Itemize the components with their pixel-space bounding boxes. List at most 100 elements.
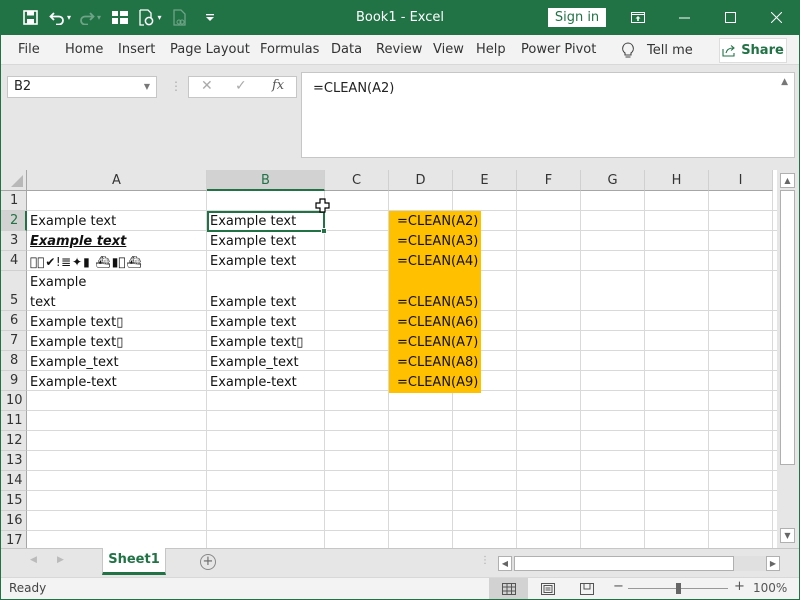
zoom-out-button[interactable]: − <box>613 579 624 594</box>
cell-A7[interactable]: Example text▯ <box>27 333 207 353</box>
zoom-slider-thumb[interactable] <box>676 583 681 594</box>
row-header-10[interactable]: 10 <box>1 391 27 411</box>
cancel-icon[interactable]: ✕ <box>201 78 213 94</box>
column-header-b[interactable]: B <box>207 170 325 191</box>
tab-review[interactable]: Review <box>376 35 422 65</box>
cell-D3[interactable]: =CLEAN(A3) <box>389 232 481 252</box>
vertical-scroll-thumb[interactable] <box>780 190 795 465</box>
cell-D9[interactable]: =CLEAN(A9) <box>389 373 481 393</box>
zoom-in-button[interactable]: + <box>734 579 745 594</box>
save-button[interactable] <box>15 0 45 35</box>
prev-sheet-icon[interactable]: ◀ <box>30 555 37 565</box>
cell-D5[interactable]: =CLEAN(A5) <box>389 293 481 313</box>
page-layout-view-button[interactable] <box>528 578 567 599</box>
cell-D7[interactable]: =CLEAN(A7) <box>389 333 481 353</box>
sheet-tab-sheet1[interactable]: Sheet1 <box>102 548 166 575</box>
cell-B5[interactable]: Example text <box>207 293 324 313</box>
ribbon-display-options-button[interactable] <box>615 0 661 35</box>
formula-input[interactable]: =CLEAN(A2) ▲ <box>301 72 795 158</box>
row-header-9[interactable]: 9 <box>1 371 27 391</box>
cell-B4[interactable]: Example text <box>207 252 324 272</box>
cell-A5-line2[interactable]: text <box>27 293 207 313</box>
refresh-all-button[interactable]: ▾ <box>135 0 165 35</box>
customize-qat-button[interactable] <box>195 0 225 35</box>
row-header-12[interactable]: 12 <box>1 431 27 451</box>
name-box[interactable]: B2 ▼ <box>7 76 157 98</box>
row-header-17[interactable]: 17 <box>1 531 27 548</box>
horizontal-scroll-thumb[interactable] <box>514 556 734 571</box>
chevron-down-icon[interactable]: ▾ <box>97 13 101 22</box>
row-header-11[interactable]: 11 <box>1 411 27 431</box>
worksheet-grid[interactable]: 17 16 15 14 13 12 11 10 9 8 7 6 5 4 3 2 1 Example text E… <box>1 170 777 548</box>
column-header-e[interactable]: E <box>453 170 517 191</box>
column-header-g[interactable]: G <box>581 170 645 191</box>
row-header-14[interactable]: 14 <box>1 471 27 491</box>
vertical-scrollbar[interactable]: ▲ ▼ <box>777 170 799 548</box>
cell-B6[interactable]: Example text <box>207 313 324 333</box>
form-button[interactable] <box>105 0 135 35</box>
cell-A9[interactable]: Example-text <box>27 373 207 393</box>
next-sheet-icon[interactable]: ▶ <box>57 555 64 565</box>
share-button[interactable]: Share <box>719 38 787 63</box>
scroll-left-button[interactable]: ◀ <box>498 556 512 571</box>
row-header-2[interactable]: 2 <box>1 211 27 231</box>
cell-A2[interactable]: Example text <box>27 212 207 232</box>
insert-function-icon[interactable]: fx <box>272 78 284 93</box>
tab-formulas[interactable]: Formulas <box>260 35 319 65</box>
minimize-button[interactable] <box>661 0 707 35</box>
enter-icon[interactable]: ✓ <box>235 78 247 94</box>
cell-D8[interactable]: =CLEAN(A8) <box>389 353 481 373</box>
row-header-13[interactable]: 13 <box>1 451 27 471</box>
cell-B8[interactable]: Example_text <box>207 353 324 373</box>
column-header-i[interactable]: I <box>709 170 773 191</box>
tab-insert[interactable]: Insert <box>118 35 155 65</box>
fill-handle[interactable] <box>321 228 327 234</box>
undo-button[interactable]: ▾ <box>45 0 75 35</box>
column-header-d[interactable]: D <box>389 170 453 191</box>
cell-B7[interactable]: Example text▯ <box>207 333 324 353</box>
tab-power-pivot[interactable]: Power Pivot <box>521 35 596 65</box>
row-header-1[interactable]: 1 <box>1 191 27 211</box>
page-break-view-button[interactable] <box>567 578 606 599</box>
cell-B9[interactable]: Example-text <box>207 373 324 393</box>
select-all-button[interactable] <box>1 170 27 191</box>
row-header-3[interactable]: 3 <box>1 231 27 251</box>
column-header-h[interactable]: H <box>645 170 709 191</box>
row-header-8[interactable]: 8 <box>1 351 27 371</box>
row-header-4[interactable]: 4 <box>1 251 27 271</box>
cell-A6[interactable]: Example text▯ <box>27 313 207 333</box>
horizontal-scrollbar[interactable]: ◀ ▶ <box>498 556 780 571</box>
row-header-7[interactable]: 7 <box>1 331 27 351</box>
maximize-button[interactable] <box>707 0 753 35</box>
redo-button[interactable]: ▾ <box>75 0 105 35</box>
zoom-percent[interactable]: 100% <box>753 581 787 595</box>
tab-data[interactable]: Data <box>331 35 362 65</box>
row-header-5[interactable]: 5 <box>1 271 27 311</box>
scroll-down-button[interactable]: ▼ <box>780 528 795 543</box>
column-header-a[interactable]: A <box>27 170 207 191</box>
row-header-16[interactable]: 16 <box>1 511 27 531</box>
sign-in-button[interactable]: Sign in <box>548 8 606 27</box>
cell-B3[interactable]: Example text <box>207 232 324 252</box>
chevron-down-icon[interactable]: ▼ <box>144 77 150 97</box>
scroll-up-button[interactable]: ▲ <box>780 173 795 188</box>
tell-me-search[interactable]: Tell me <box>621 35 693 65</box>
tab-split-handle[interactable]: ⋮ <box>480 555 490 566</box>
tab-file[interactable]: File <box>18 35 40 65</box>
collapse-formula-bar-icon[interactable]: ▲ <box>781 77 788 87</box>
cell-A5-line1[interactable]: Example <box>27 273 207 293</box>
cell-A8[interactable]: Example_text <box>27 353 207 373</box>
row-header-15[interactable]: 15 <box>1 491 27 511</box>
chevron-down-icon[interactable]: ▾ <box>67 13 71 22</box>
cell-D4[interactable]: =CLEAN(A4) <box>389 252 481 272</box>
close-button[interactable] <box>753 0 799 35</box>
tab-help[interactable]: Help <box>476 35 506 65</box>
cell-D2[interactable]: =CLEAN(A2) <box>389 212 481 232</box>
link-doc-button[interactable] <box>165 0 195 35</box>
tab-view[interactable]: View <box>433 35 464 65</box>
column-header-c[interactable]: C <box>325 170 389 191</box>
cell-A4[interactable]: 🏭⃠✔ǃ≣✦▮ ⛴▮⃠⛴ <box>27 252 207 272</box>
add-sheet-button[interactable]: + <box>200 554 216 570</box>
normal-view-button[interactable] <box>489 578 528 599</box>
tab-home[interactable]: Home <box>65 35 103 65</box>
